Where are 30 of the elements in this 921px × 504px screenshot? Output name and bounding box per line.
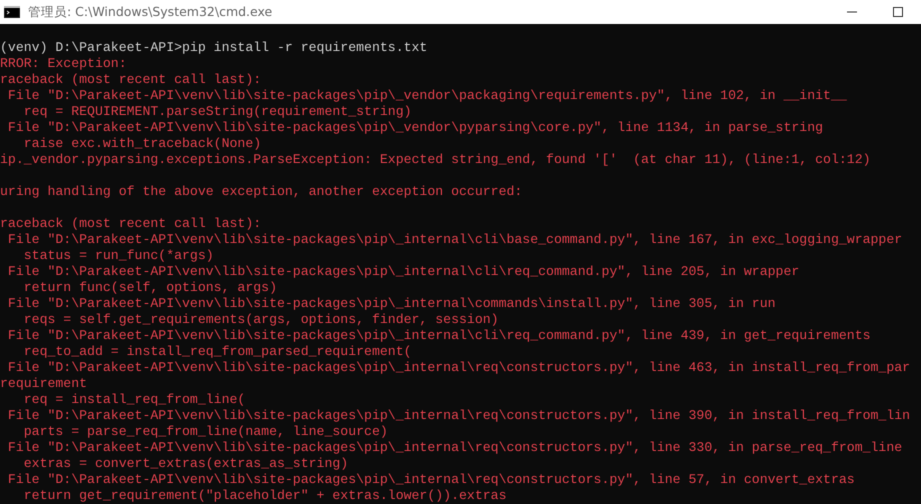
console-line: req = install_req_from_line( [22,392,246,408]
console-line: File "D:\Parakeet-API\venv\lib\site-packages\pip\_vendor\pyparsing\core.py", line 1134, in parse_string [6,120,824,136]
console-line: RROR: Exception: [0,56,127,72]
window-title: 管理员: C:\Windows\System32\cmd.exe [28,2,272,21]
console-line: raceback (most recent call last): [0,216,262,232]
console-line: File "D:\Parakeet-API\venv\lib\site-packages\pip\_internal\req\constructors.py", line 57, in convert_extras [6,472,855,488]
console-line: reqs = self.get_requirements(args, options, finder, session) [22,312,499,328]
console-line: File "D:\Parakeet-API\venv\lib\site-packages\pip\_internal\cli\req_command.py", line 205, in wrapper [6,264,800,280]
console-line: File "D:\Parakeet-API\venv\lib\site-packages\pip\_vendor\packaging\requirements.py", line 102, in __init__ [6,88,847,104]
console-line: requirement [0,376,88,392]
console-line: File "D:\Parakeet-API\venv\lib\site-packages\pip\_internal\req\constructors.py", line 390, in install_req_from_lin [6,408,910,424]
console-line: parts = parse_req_from_line(name, line_source) [22,424,388,440]
console-line: raise exc.with_traceback(None) [22,136,262,152]
console-line: return get_requirement("placeholder" + extras.lower()).extras [22,488,506,504]
console-line: extras = convert_extras(extras_as_string) [22,456,348,472]
console-line: File "D:\Parakeet-API\venv\lib\site-packages\pip\_internal\cli\req_command.py", line 439, in get_requirements [6,328,871,344]
console-line: req_to_add = install_req_from_parsed_requirement( [22,344,412,360]
console-line: (venv) D:\Parakeet-API>pip install -r requirements.txt [0,40,428,56]
console-line: status = run_func(*args) [22,248,214,264]
console-line: raceback (most recent call last): [0,72,262,88]
console-line: File "D:\Parakeet-API\venv\lib\site-packages\pip\_internal\commands\install.py", line 305, in run [6,296,776,312]
console-line: return func(self, options, args) [22,280,277,296]
console-line: uring handling of the above exception, another exception occurred: [0,184,522,200]
console-line: File "D:\Parakeet-API\venv\lib\site-packages\pip\_internal\req\constructors.py", line 463, in install_req_from_par [6,360,910,376]
maximize-icon[interactable] [893,7,903,17]
console-line: req = REQUIREMENT.parseString(requirement_string) [22,104,412,120]
console-line: File "D:\Parakeet-API\venv\lib\site-packages\pip\_internal\cli\base_command.py", line 167, in exc_logging_wrapper [6,232,902,248]
console-line: ip._vendor.pyparsing.exceptions.ParseException: Expected string_end, found '[' (at char 11), (line:1, col:12) [0,152,871,168]
console-line: File "D:\Parakeet-API\venv\lib\site-packages\pip\_internal\req\constructors.py", line 330, in parse_req_from_line [6,440,902,456]
terminal-icon [4,6,20,18]
